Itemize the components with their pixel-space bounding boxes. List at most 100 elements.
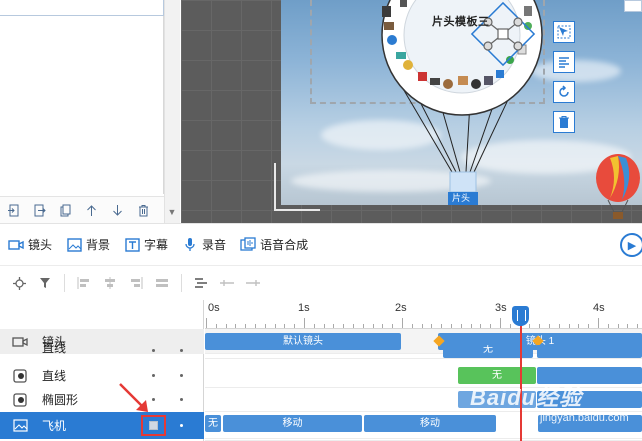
playhead-handle[interactable] (512, 306, 529, 326)
text-icon (124, 237, 140, 253)
stack-icon[interactable] (188, 271, 214, 295)
track-row[interactable]: 椭圆形 (0, 387, 204, 412)
annotation-arrow (119, 383, 148, 412)
subtitle-button-label: 字幕 (144, 238, 169, 252)
toolbar-divider (64, 274, 65, 292)
move-up-icon[interactable] (78, 199, 104, 221)
ruler-tick (617, 324, 619, 328)
play-icon: ▶ (627, 239, 637, 252)
lock-dot[interactable] (180, 424, 183, 427)
visibility-dot[interactable] (152, 374, 155, 377)
ruler-tick (206, 318, 207, 328)
tick-label: 3s (495, 302, 507, 314)
expand-icon[interactable] (240, 271, 266, 295)
clip-label: 无 (483, 345, 493, 355)
basket-label-text: 片头 (452, 193, 471, 203)
delete-icon[interactable] (130, 199, 156, 221)
copy-icon[interactable] (52, 199, 78, 221)
ruler-tick (343, 324, 345, 328)
speech-synthesis-button[interactable]: 语音合成 (240, 236, 308, 253)
speech-synthesis-button-label: 语音合成 (260, 238, 309, 252)
ruler-tick (490, 324, 492, 328)
tick-label: 0s (208, 302, 220, 314)
background-button[interactable]: 背景 (66, 236, 110, 253)
shrink-icon[interactable] (214, 271, 240, 295)
ruler-tick (245, 324, 247, 328)
ruler-tick (294, 324, 296, 328)
lock-dot[interactable] (180, 398, 183, 401)
ruler-tick (421, 324, 423, 328)
target-icon[interactable] (6, 271, 32, 295)
track-row[interactable]: 直线 (0, 363, 204, 388)
ruler-tick (588, 324, 590, 328)
ruler-tick (578, 324, 580, 328)
track-row[interactable]: 直线 (0, 342, 204, 359)
import-icon[interactable] (0, 199, 26, 221)
element-list-header[interactable] (0, 0, 164, 16)
clip-move[interactable]: 移动 (364, 415, 496, 432)
image-icon (12, 419, 28, 433)
ruler-tick (225, 324, 227, 328)
ruler-tick (451, 324, 452, 328)
tick-label: 4s (593, 302, 605, 314)
clip-move[interactable]: 移动 (223, 415, 362, 432)
camera-button[interactable]: 镜头 (8, 236, 52, 253)
window-control[interactable] (624, 0, 642, 12)
mini-balloon-icon (596, 154, 640, 219)
ruler-tick (382, 324, 384, 328)
clip-label: 移动 (282, 418, 303, 429)
clip-none[interactable]: 无 (205, 415, 221, 432)
time-ruler[interactable]: 0s 1s 2s 3s 4s (205, 300, 642, 329)
element-list[interactable] (0, 16, 164, 194)
align-left-icon[interactable] (71, 271, 97, 295)
canvas-side-tools (553, 21, 577, 141)
move-down-icon[interactable] (104, 199, 130, 221)
image-icon (66, 237, 82, 253)
select-icon[interactable] (553, 21, 575, 43)
align-center-icon[interactable] (97, 271, 123, 295)
play-button[interactable]: ▶ (620, 233, 642, 257)
lock-dot[interactable] (180, 349, 183, 352)
ruler-tick (284, 324, 286, 328)
lock-dot[interactable] (180, 374, 183, 377)
ruler-tick (637, 324, 639, 328)
watermark-url: jingyan.baidu.com (540, 412, 629, 424)
canvas-corner-mark (274, 163, 320, 211)
track-row-label: 直线 (42, 342, 67, 355)
tick-label: 2s (395, 302, 407, 314)
ruler-tick (274, 324, 276, 328)
record-button[interactable]: 录音 (182, 236, 226, 253)
ruler-tick (568, 324, 570, 328)
hot-air-balloon-illustration[interactable] (370, 0, 555, 205)
clip-label: 移动 (420, 418, 440, 429)
ruler-tick (529, 324, 531, 328)
element-list-scrollbar[interactable] (164, 0, 180, 223)
stage-title-text[interactable]: 片头模板三 (432, 13, 490, 29)
trash-icon[interactable] (553, 111, 575, 133)
rotate-icon[interactable] (553, 81, 575, 103)
track-row-selected[interactable]: 飞机 (0, 412, 204, 439)
ruler-tick (549, 324, 550, 328)
ruler-tick (480, 324, 482, 328)
align-icon[interactable] (553, 51, 575, 73)
record-button-label: 录音 (202, 238, 227, 252)
clip-bar[interactable] (537, 345, 642, 358)
scroll-down-icon[interactable]: ▼ (164, 204, 180, 220)
export-icon[interactable] (26, 199, 52, 221)
ruler-tick (392, 324, 394, 328)
ruler-tick (500, 318, 501, 328)
lock-icon (149, 421, 158, 430)
add-element-toolbar: 镜头 背景 字幕 录音 语音合成 (0, 223, 642, 265)
toolbar-divider (181, 274, 182, 292)
distribute-icon[interactable] (149, 271, 175, 295)
element-list-toolbar (0, 196, 164, 223)
subtitle-button[interactable]: 字幕 (124, 236, 168, 253)
ruler-tick (607, 324, 609, 328)
track-lane[interactable]: 无 (205, 345, 642, 359)
filter-icon[interactable] (32, 271, 58, 295)
ruler-tick (372, 324, 374, 328)
visibility-dot[interactable] (152, 349, 155, 352)
align-right-icon[interactable] (123, 271, 149, 295)
ruler-tick (509, 324, 511, 328)
ruler-tick (235, 324, 237, 328)
